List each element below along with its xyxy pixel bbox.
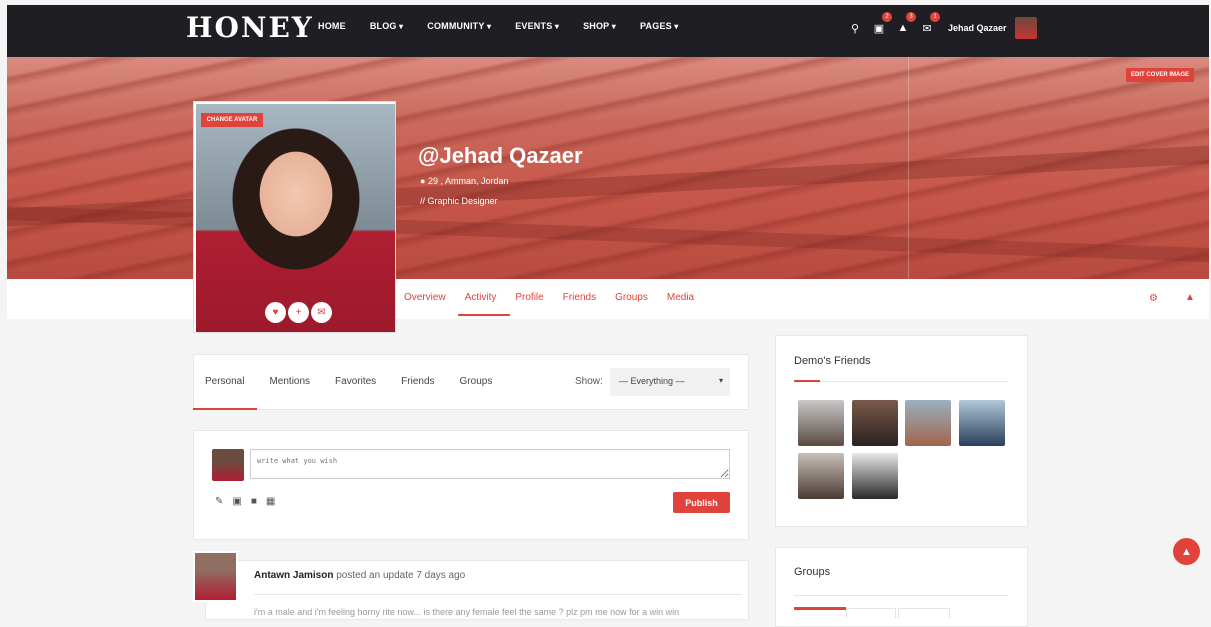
divider [794,381,1008,382]
show-filter-select[interactable]: — Everything — [610,368,730,396]
feed-text: i'm a male and i'm feeling horny rite no… [254,607,680,617]
tab-activity[interactable]: Activity [465,292,497,303]
feed-avatar[interactable] [193,551,238,602]
cover-ridge [7,206,1209,262]
friend-avatar[interactable] [959,400,1005,446]
composer-tools: ✎ ▣ ■ ▦ [215,496,284,507]
edit-cover-button[interactable]: EDIT COVER IMAGE [1126,68,1194,82]
nav-pages[interactable]: PAGES [640,21,678,31]
bell-icon[interactable]: ▲ 3 [896,12,916,35]
filter-tab-friends[interactable]: Friends [401,376,434,387]
publish-button[interactable]: Publish [673,492,730,513]
nav-shop[interactable]: SHOP [583,21,616,31]
composer-avatar [212,449,244,481]
feed-title: Antawn Jamison posted an update 7 days a… [254,570,465,581]
heart-icon[interactable]: ♥ [265,302,286,323]
friend-avatar[interactable] [852,453,898,499]
mail-icon[interactable]: ✉ [311,302,332,323]
nav-events[interactable]: EVENTS [515,21,559,31]
feed-author[interactable]: Antawn Jamison [254,570,333,581]
profile-avatar [196,104,395,332]
main-nav: HOME BLOG COMMUNITY EVENTS SHOP PAGES [318,21,703,31]
friends-accent [794,380,820,382]
tab-friends[interactable]: Friends [563,292,596,303]
friend-avatar[interactable] [852,400,898,446]
friend-avatar[interactable] [798,400,844,446]
active-tab-indicator [458,314,510,316]
cart-icon[interactable]: ▣ 2 [872,12,892,35]
notification-badge: 3 [906,12,916,22]
nav-home[interactable]: HOME [318,21,346,31]
bell-icon[interactable]: ▲ [1185,292,1195,303]
scroll-to-top-button[interactable]: ▲ [1173,538,1200,565]
friend-avatar[interactable] [798,453,844,499]
map-icon[interactable]: ▦ [266,496,275,507]
divider [254,594,742,595]
profile-name: @Jehad Qazaer [418,143,583,168]
tab-media[interactable]: Media [667,292,694,303]
profile-tabs: Overview Activity Profile Friends Groups… [404,292,713,303]
nav-community[interactable]: COMMUNITY [427,21,491,31]
video-icon[interactable]: ■ [251,496,257,507]
filter-tab-groups[interactable]: Groups [460,376,493,387]
profile-job: // Graphic Designer [420,196,498,206]
search-icon[interactable]: ⚲ [848,21,862,35]
tab-groups[interactable]: Groups [615,292,648,303]
filter-tab-favorites[interactable]: Favorites [335,376,376,387]
cover-seam [908,57,909,279]
mail-badge: 1 [930,12,940,22]
groups-title: Groups [794,566,831,578]
avatar-actions: ♥ + ✉ [265,302,334,323]
header-avatar[interactable] [1014,17,1037,39]
show-label: Show: [575,376,603,387]
profile-avatar-card [193,101,396,333]
tab-overview[interactable]: Overview [404,292,446,303]
mail-icon[interactable]: ✉ 1 [920,12,940,35]
nav-blog[interactable]: BLOG [370,21,403,31]
cart-badge: 2 [882,12,892,22]
post-composer [193,430,749,540]
header-username[interactable]: Jehad Qazaer [948,23,1007,33]
change-avatar-button[interactable]: CHANGE AVATAR [201,113,263,127]
feed-action: posted an update 7 days ago [333,570,466,581]
add-friend-icon[interactable]: + [288,302,309,323]
filter-tab-mentions[interactable]: Mentions [269,376,310,387]
tab-profile[interactable]: Profile [515,292,543,303]
profile-location-text: 29 , Amman, Jordan [427,176,509,186]
site-logo[interactable]: HONEY [186,11,314,44]
friend-avatar[interactable] [905,400,951,446]
post-input[interactable] [250,449,730,479]
divider [794,595,1008,596]
cover-image [7,57,1209,279]
gear-icon[interactable]: ⚙ [1149,293,1158,304]
groups-tab-active[interactable] [794,607,846,610]
image-icon[interactable]: ▣ [232,496,241,507]
active-filter-indicator [193,408,257,410]
edit-icon[interactable]: ✎ [215,496,223,507]
profile-location: ● 29 , Amman, Jordan [420,176,509,186]
header-actions: ⚲ ▣ 2 ▲ 3 ✉ 1 Jehad Qazaer [848,12,1037,39]
filter-tab-personal[interactable]: Personal [205,376,244,387]
activity-filter-tabs: Personal Mentions Favorites Friends Grou… [205,376,517,387]
friends-title: Demo's Friends [794,355,871,367]
